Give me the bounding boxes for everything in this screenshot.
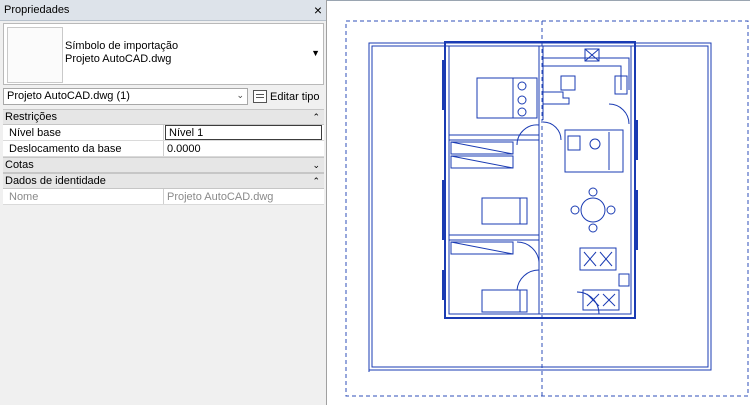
drawing-canvas[interactable]: [327, 0, 750, 405]
instance-filter-label: Projeto AutoCAD.dwg (1): [7, 90, 130, 102]
edit-type-button[interactable]: Editar tipo: [253, 88, 320, 105]
param-label: Nome: [3, 189, 164, 204]
chevron-down-icon: ⌄: [236, 90, 244, 100]
category-cotas[interactable]: Cotas ⌄: [3, 157, 324, 173]
bed-1: [476, 77, 514, 119]
category-restricoes[interactable]: Restrições ⌃: [3, 109, 324, 125]
terrace-outline: [368, 42, 712, 371]
instance-filter-dropdown[interactable]: Projeto AutoCAD.dwg (1) ⌄: [3, 88, 248, 105]
type-selector[interactable]: Símbolo de importação Projeto AutoCAD.dw…: [3, 23, 324, 85]
sofa-1: [579, 247, 617, 271]
instance-row: Projeto AutoCAD.dwg (1) ⌄ Editar tipo: [3, 88, 324, 106]
edit-type-label: Editar tipo: [270, 90, 320, 103]
param-label: Deslocamento da base: [3, 141, 164, 156]
edit-type-icon: [253, 90, 267, 103]
sofa-2: [582, 289, 620, 311]
properties-grid: Restrições ⌃ Nível base Nível 1 Deslocam…: [3, 109, 324, 205]
properties-titlebar: Propriedades ×: [0, 0, 326, 21]
param-row-nivel-base: Nível base Nível 1: [3, 125, 324, 141]
category-dados-identidade[interactable]: Dados de identidade ⌃: [3, 173, 324, 189]
autocad-floorplan[interactable]: [327, 0, 750, 405]
panel-title: Propriedades: [4, 4, 70, 16]
collapse-icon[interactable]: ⌃: [312, 112, 320, 123]
nivel-base-field[interactable]: Nível 1: [165, 125, 322, 140]
nome-field: Projeto AutoCAD.dwg: [167, 190, 274, 203]
category-label: Restrições: [5, 111, 57, 123]
param-row-nome: Nome Projeto AutoCAD.dwg: [3, 189, 324, 205]
param-row-deslocamento: Deslocamento da base 0.0000: [3, 141, 324, 157]
type-name-label: Projeto AutoCAD.dwg: [65, 53, 172, 65]
dropdown-arrow-icon[interactable]: ▼: [311, 48, 320, 58]
param-label: Nível base: [3, 125, 164, 140]
selection-box[interactable]: [345, 20, 749, 397]
type-family-label: Símbolo de importação: [65, 40, 179, 52]
deslocamento-field[interactable]: 0.0000: [164, 141, 324, 156]
type-thumbnail: [7, 27, 63, 83]
collapse-icon[interactable]: ⌃: [312, 176, 320, 187]
properties-panel: Propriedades × Símbolo de importação Pro…: [0, 0, 327, 405]
close-icon[interactable]: ×: [314, 3, 322, 17]
type-name: Símbolo de importação Projeto AutoCAD.dw…: [65, 40, 178, 66]
category-label: Dados de identidade: [5, 175, 106, 187]
dining-table: [580, 197, 606, 223]
category-label: Cotas: [5, 159, 34, 171]
expand-icon[interactable]: ⌄: [312, 160, 320, 171]
house-inner-walls: [448, 45, 632, 315]
house-walls: [444, 41, 636, 319]
